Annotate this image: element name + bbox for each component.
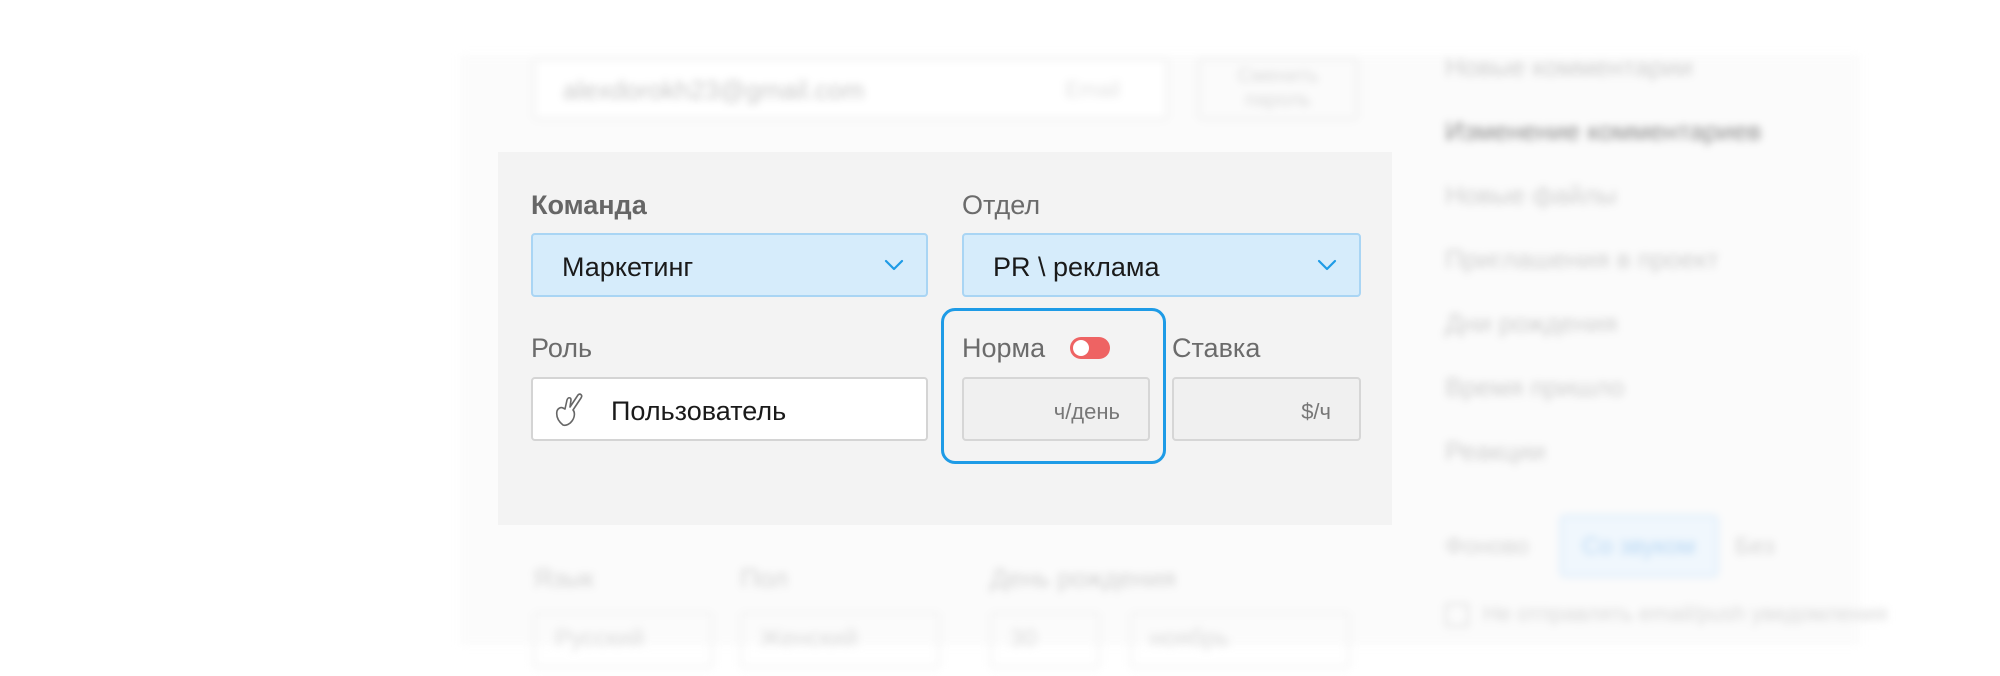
team-label: Команда — [531, 190, 647, 220]
department-label: Отдел — [962, 190, 1041, 220]
notification-item[interactable]: Время пришло — [1445, 372, 1761, 436]
chevron-down-icon — [1317, 259, 1337, 271]
sound-off-button[interactable]: Без — [1735, 533, 1775, 561]
email-value: alexdorokh23@gmail.com — [563, 75, 864, 105]
email-label: Email — [1065, 77, 1121, 102]
norm-focus-highlight — [941, 308, 1166, 464]
notification-item[interactable]: Приглашения в проект — [1445, 244, 1761, 308]
change-password-label: Сменить пароль — [1237, 65, 1319, 111]
notification-item[interactable]: Реакции — [1445, 436, 1761, 500]
department-select[interactable]: PR \ реклама — [962, 233, 1361, 297]
rate-label: Ставка — [1172, 333, 1261, 363]
notification-item[interactable]: Изменение комментариев — [1445, 116, 1761, 180]
pointing-hand-icon — [555, 393, 583, 427]
notification-list: Новые комментарии Изменение комментариев… — [1445, 52, 1761, 500]
notification-item[interactable]: Дни рождения — [1445, 308, 1761, 372]
department-value: PR \ реклама — [993, 252, 1160, 282]
rate-unit: $/ч — [1301, 399, 1331, 424]
sound-on-label: Со звуком — [1582, 533, 1696, 560]
team-value: Маркетинг — [562, 252, 694, 282]
role-value: Пользователь — [611, 396, 787, 426]
language-value: Русский — [555, 625, 645, 652]
birthday-label: День рождения — [990, 563, 1176, 593]
gender-label: Пол — [740, 563, 788, 593]
notification-item[interactable]: Новые файлы — [1445, 180, 1761, 244]
rate-input[interactable]: $/ч — [1172, 377, 1361, 441]
language-label: Язык — [533, 563, 594, 593]
birthday-day-value: 30 — [1010, 625, 1037, 652]
birthday-day-select[interactable] — [990, 612, 1100, 668]
sound-label: Фоново — [1445, 533, 1530, 560]
role-field[interactable]: Пользователь — [531, 377, 928, 441]
gender-value: Женский — [760, 625, 858, 652]
team-select[interactable]: Маркетинг — [531, 233, 928, 297]
no-notifications-label: Не отправлять email/push уведомления — [1483, 601, 1888, 626]
no-notifications-checkbox[interactable] — [1445, 603, 1469, 627]
birthday-month-value: ноябрь — [1150, 625, 1230, 652]
team-settings-card: Команда Маркетинг Отдел PR \ реклама Рол… — [498, 152, 1392, 525]
role-label: Роль — [531, 333, 593, 363]
chevron-down-icon — [884, 259, 904, 271]
notification-item[interactable]: Новые комментарии — [1445, 52, 1761, 116]
